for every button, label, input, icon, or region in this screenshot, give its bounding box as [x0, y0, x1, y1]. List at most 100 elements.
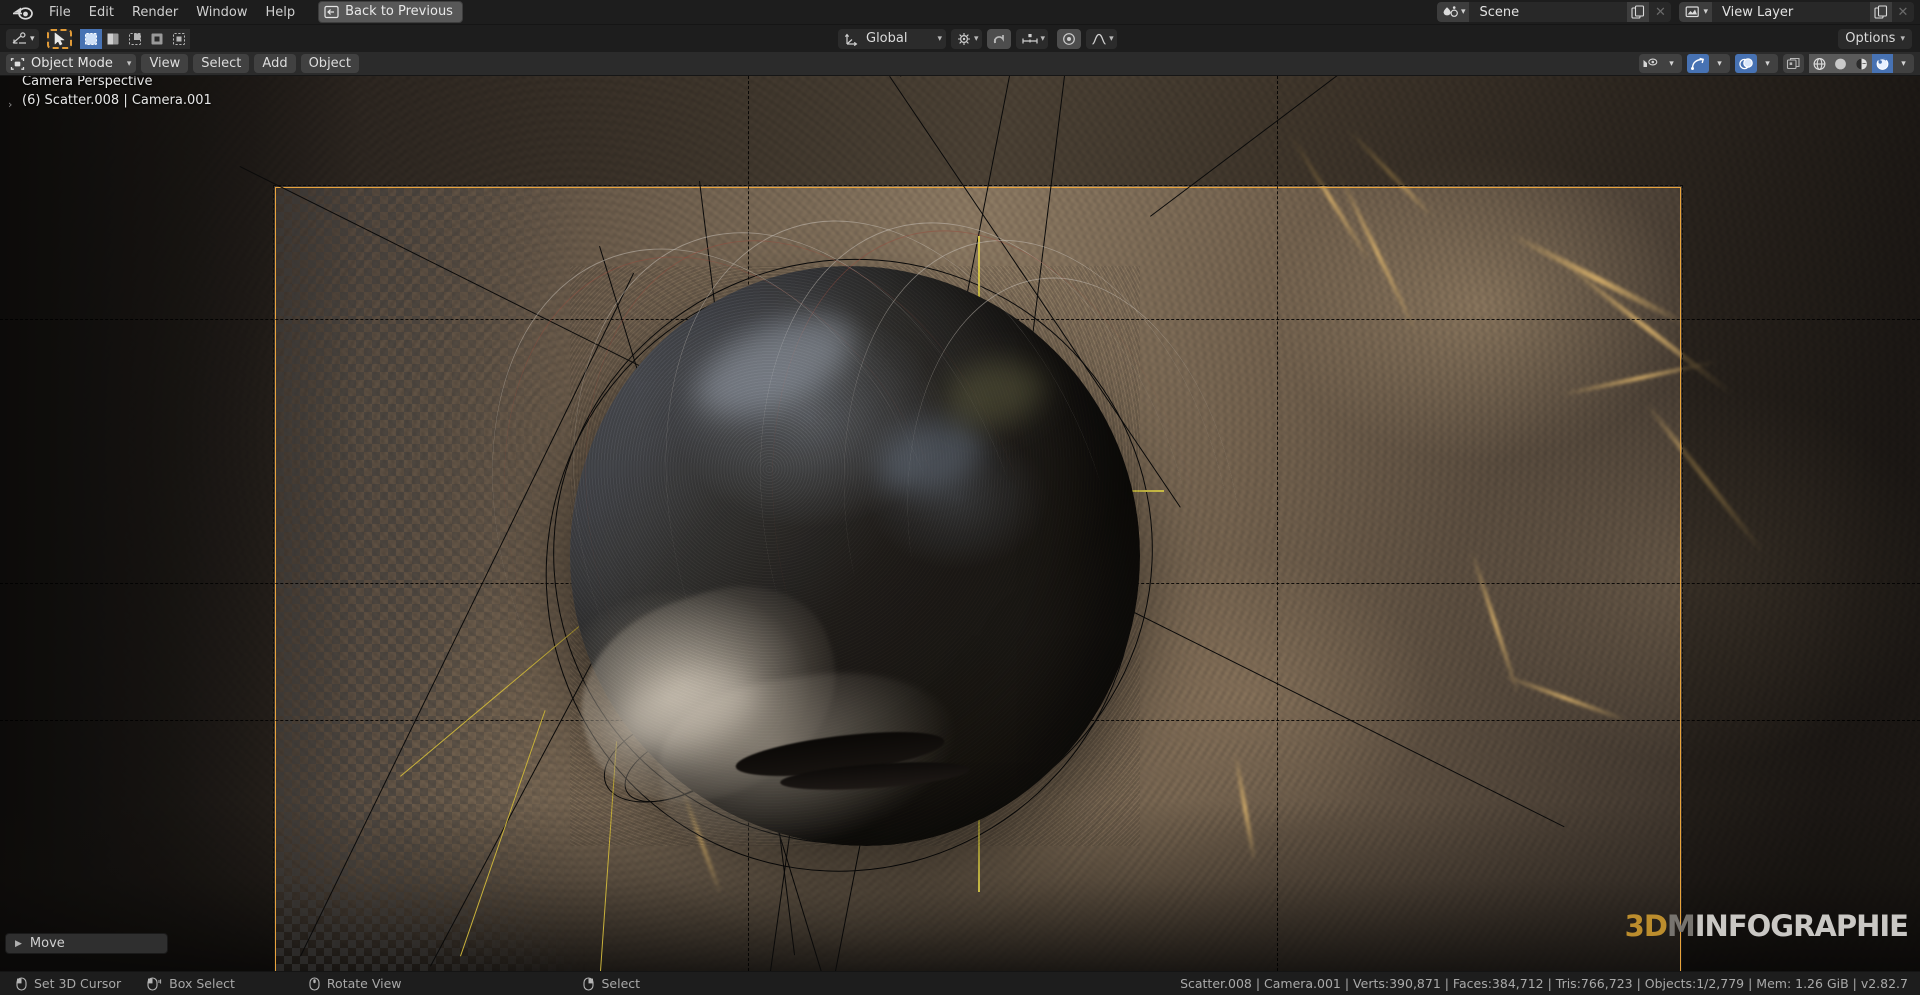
cursor-snap-dropdown[interactable]: ▾ — [6, 28, 39, 49]
options-dropdown[interactable]: Options ▾ — [1838, 28, 1912, 49]
view-layer-selector[interactable]: ▾ View Layer ✕ — [1679, 2, 1914, 22]
watermark-part-1: 3D — [1624, 909, 1668, 943]
magnet-icon — [992, 32, 1006, 46]
scene-name-field[interactable]: Scene — [1469, 2, 1628, 22]
viewport-header: Object Mode ▾ View Select Add Object ▾ ▾… — [0, 52, 1920, 76]
chevron-down-icon: ▾ — [126, 58, 132, 69]
chevron-down-icon: ▾ — [974, 33, 979, 44]
snap-magnet-toggle[interactable] — [986, 28, 1011, 49]
shading-chevron-down-icon[interactable]: ▾ — [1893, 54, 1914, 73]
shading-rendered-icon[interactable] — [1872, 54, 1893, 73]
snap-target-dropdown[interactable]: ▾ — [1015, 28, 1049, 49]
back-to-previous-button[interactable]: Back to Previous — [318, 1, 463, 23]
menu-edit[interactable]: Edit — [80, 2, 123, 23]
status-hint-rotate-view: Rotate View — [309, 976, 402, 991]
shading-material-preview-icon[interactable] — [1851, 54, 1872, 73]
gizmo-icon[interactable] — [1687, 54, 1709, 73]
visibility-chevron-down-icon[interactable]: ▾ — [1661, 54, 1682, 73]
scene-selector[interactable]: ▾ Scene ✕ — [1436, 2, 1672, 22]
xray-toggle-icon[interactable] — [1783, 54, 1804, 73]
transform-orientation-value: Global — [866, 31, 908, 46]
falloff-dropdown[interactable]: ▾ — [1086, 28, 1117, 49]
gizmo-group: ▾ — [1687, 54, 1730, 73]
proportional-edit-icon — [1062, 32, 1076, 46]
topbar-right-controls: ▾ Scene ✕ ▾ View Layer ✕ — [1436, 2, 1914, 22]
menu-file[interactable]: File — [40, 2, 80, 23]
isopod-model[interactable] — [405, 160, 1289, 943]
pivot-point-dropdown[interactable]: ▾ — [951, 28, 982, 49]
back-arrow-icon — [324, 5, 339, 19]
chevron-down-icon: ▾ — [937, 33, 943, 44]
object-mode-icon — [10, 57, 25, 71]
scene-icon[interactable]: ▾ — [1436, 2, 1470, 22]
3d-viewport[interactable]: › Camera Perspective (6) Scatter.008 | C… — [0, 76, 1920, 971]
blender-logo-icon[interactable] — [10, 2, 36, 22]
status-hint-label: Select — [601, 976, 641, 991]
gizmo-chevron-down-icon[interactable]: ▾ — [1709, 54, 1730, 73]
operator-redo-panel[interactable]: ▶ Move — [5, 933, 168, 954]
shading-wireframe-icon[interactable] — [1809, 54, 1830, 73]
chevron-down-icon: ▾ — [30, 33, 35, 44]
top-menu-bar: File Edit Render Window Help Back to Pre… — [0, 0, 1920, 25]
status-hint-label: Rotate View — [326, 976, 402, 991]
transform-orientation-dropdown[interactable]: Global ▾ — [838, 28, 947, 49]
viewport-object-info: (6) Scatter.008 | Camera.001 — [22, 93, 212, 108]
watermark-part-2: M — [1666, 909, 1696, 943]
status-hint-label: Set 3D Cursor — [34, 976, 122, 991]
overlays-chevron-down-icon[interactable]: ▾ — [1757, 54, 1778, 73]
chevron-down-icon: ▾ — [1900, 33, 1905, 44]
viewport-menu-select[interactable]: Select — [193, 54, 250, 73]
menu-window[interactable]: Window — [187, 2, 256, 23]
view-layer-name-field[interactable]: View Layer — [1712, 2, 1870, 22]
chevron-down-icon: ▾ — [1109, 33, 1114, 44]
chevron-down-icon: ▾ — [1703, 7, 1708, 17]
shading-solid-icon[interactable] — [1830, 54, 1851, 73]
watermark: 3DMINFOGRAPHIE — [1624, 909, 1909, 943]
viewport-menu-view[interactable]: View — [141, 54, 189, 73]
viewport-menu-add[interactable]: Add — [254, 54, 296, 73]
scene-statistics: Scatter.008 | Camera.001 | Verts:390,871… — [1180, 976, 1908, 991]
mouse-left-drag-icon — [147, 976, 162, 991]
cursor-snap-icon — [12, 31, 28, 46]
select-subtract-button[interactable] — [123, 28, 146, 49]
xray-group — [1783, 54, 1804, 73]
viewport-display-controls: ▾ ▾ ▾ ▾ — [1639, 54, 1914, 73]
mouse-middle-icon — [309, 976, 320, 991]
select-intersect-button[interactable] — [167, 28, 190, 49]
tool-settings-bar: ▾ Global ▾ ▾ ▾ ▾ Options ▾ — [0, 25, 1920, 52]
smooth-falloff-icon — [1091, 32, 1107, 46]
show-hide-icon[interactable] — [1639, 54, 1661, 73]
camera-passepartout-top — [0, 76, 1920, 186]
status-bar: Set 3D Cursor Box Select Rotate View Sel… — [0, 971, 1920, 995]
new-view-layer-button[interactable] — [1870, 2, 1892, 22]
snap-increment-icon — [1021, 32, 1039, 46]
close-scene-button[interactable]: ✕ — [1649, 2, 1672, 22]
viewport-menu-object[interactable]: Object — [300, 54, 359, 73]
back-to-previous-label: Back to Previous — [345, 4, 453, 19]
view-layer-icon[interactable]: ▾ — [1679, 2, 1712, 22]
proportional-edit-toggle[interactable] — [1057, 28, 1082, 49]
composition-guide-vertical — [1277, 76, 1278, 971]
overlays-icon[interactable] — [1735, 54, 1757, 73]
menu-help[interactable]: Help — [257, 2, 305, 23]
transform-tools-group: Global ▾ ▾ ▾ ▾ — [838, 28, 1117, 49]
menu-render[interactable]: Render — [123, 2, 187, 23]
interaction-mode-dropdown[interactable]: Object Mode ▾ — [6, 54, 137, 73]
chevron-down-icon: ▾ — [1040, 33, 1046, 44]
tweak-tool-button[interactable] — [46, 28, 72, 49]
interaction-mode-label: Object Mode — [31, 56, 113, 71]
select-extend-button[interactable] — [101, 28, 124, 49]
select-invert-button[interactable] — [145, 28, 168, 49]
select-set-button[interactable] — [79, 28, 102, 49]
triangle-right-icon[interactable]: ▶ — [15, 939, 22, 949]
close-view-layer-button[interactable]: ✕ — [1892, 2, 1914, 22]
status-hint-select: Select — [583, 976, 640, 991]
new-scene-button[interactable] — [1627, 2, 1650, 22]
sidebar-expand-icon[interactable]: › — [8, 98, 12, 111]
visibility-dropdown-group: ▾ — [1639, 54, 1682, 73]
watermark-part-3: INFOGRAPHIE — [1694, 909, 1909, 943]
options-label: Options — [1845, 31, 1896, 46]
viewport-view-name: Camera Perspective — [22, 76, 153, 89]
operator-label: Move — [29, 936, 65, 951]
shading-modes-group: ▾ — [1809, 54, 1914, 73]
